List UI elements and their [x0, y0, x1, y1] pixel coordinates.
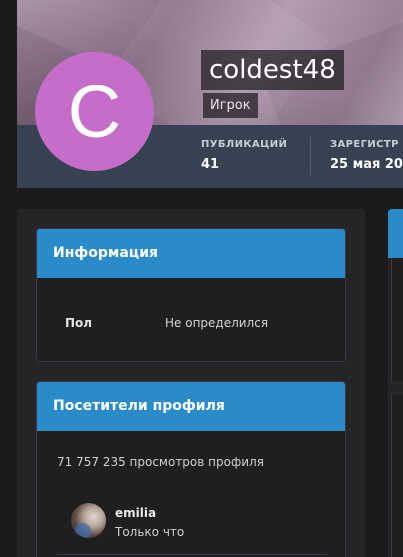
visitor-avatar[interactable] — [71, 503, 106, 538]
profile-views-count: 71 757 235 просмотров профиля — [57, 455, 264, 469]
visitors-widget: Посетители профиля 71 757 235 просмотров… — [36, 381, 346, 557]
visitor-time: Только что — [115, 525, 185, 539]
right-column — [388, 209, 403, 557]
stat-divider — [310, 137, 311, 175]
stat-posts-value: 41 — [201, 157, 220, 172]
visitor-item[interactable]: emilia Только что — [71, 503, 331, 543]
info-row-value: Не определился — [165, 316, 269, 330]
stat-joined-label: ЗАРЕГИСТР — [330, 139, 399, 150]
stat-posts-label: ПУБЛИКАЦИЙ — [201, 139, 288, 150]
visitor-divider — [57, 554, 327, 555]
info-row-key: Пол — [65, 316, 93, 330]
profile-usergroup: Игрок — [203, 93, 258, 118]
profile-avatar[interactable]: C — [35, 52, 154, 171]
stat-joined-value: 25 мая 201 — [330, 157, 403, 172]
visitor-name[interactable]: emilia — [115, 506, 156, 520]
info-widget-title: Информация — [37, 229, 345, 278]
info-widget: Информация Пол Не определился — [36, 228, 346, 362]
visitors-widget-title: Посетители профиля — [37, 382, 345, 431]
stat-posts[interactable]: ПУБЛИКАЦИЙ 41 — [201, 139, 287, 174]
stat-joined: ЗАРЕГИСТР 25 мая 201 — [330, 139, 403, 174]
profile-username: coldest48 — [201, 50, 344, 90]
